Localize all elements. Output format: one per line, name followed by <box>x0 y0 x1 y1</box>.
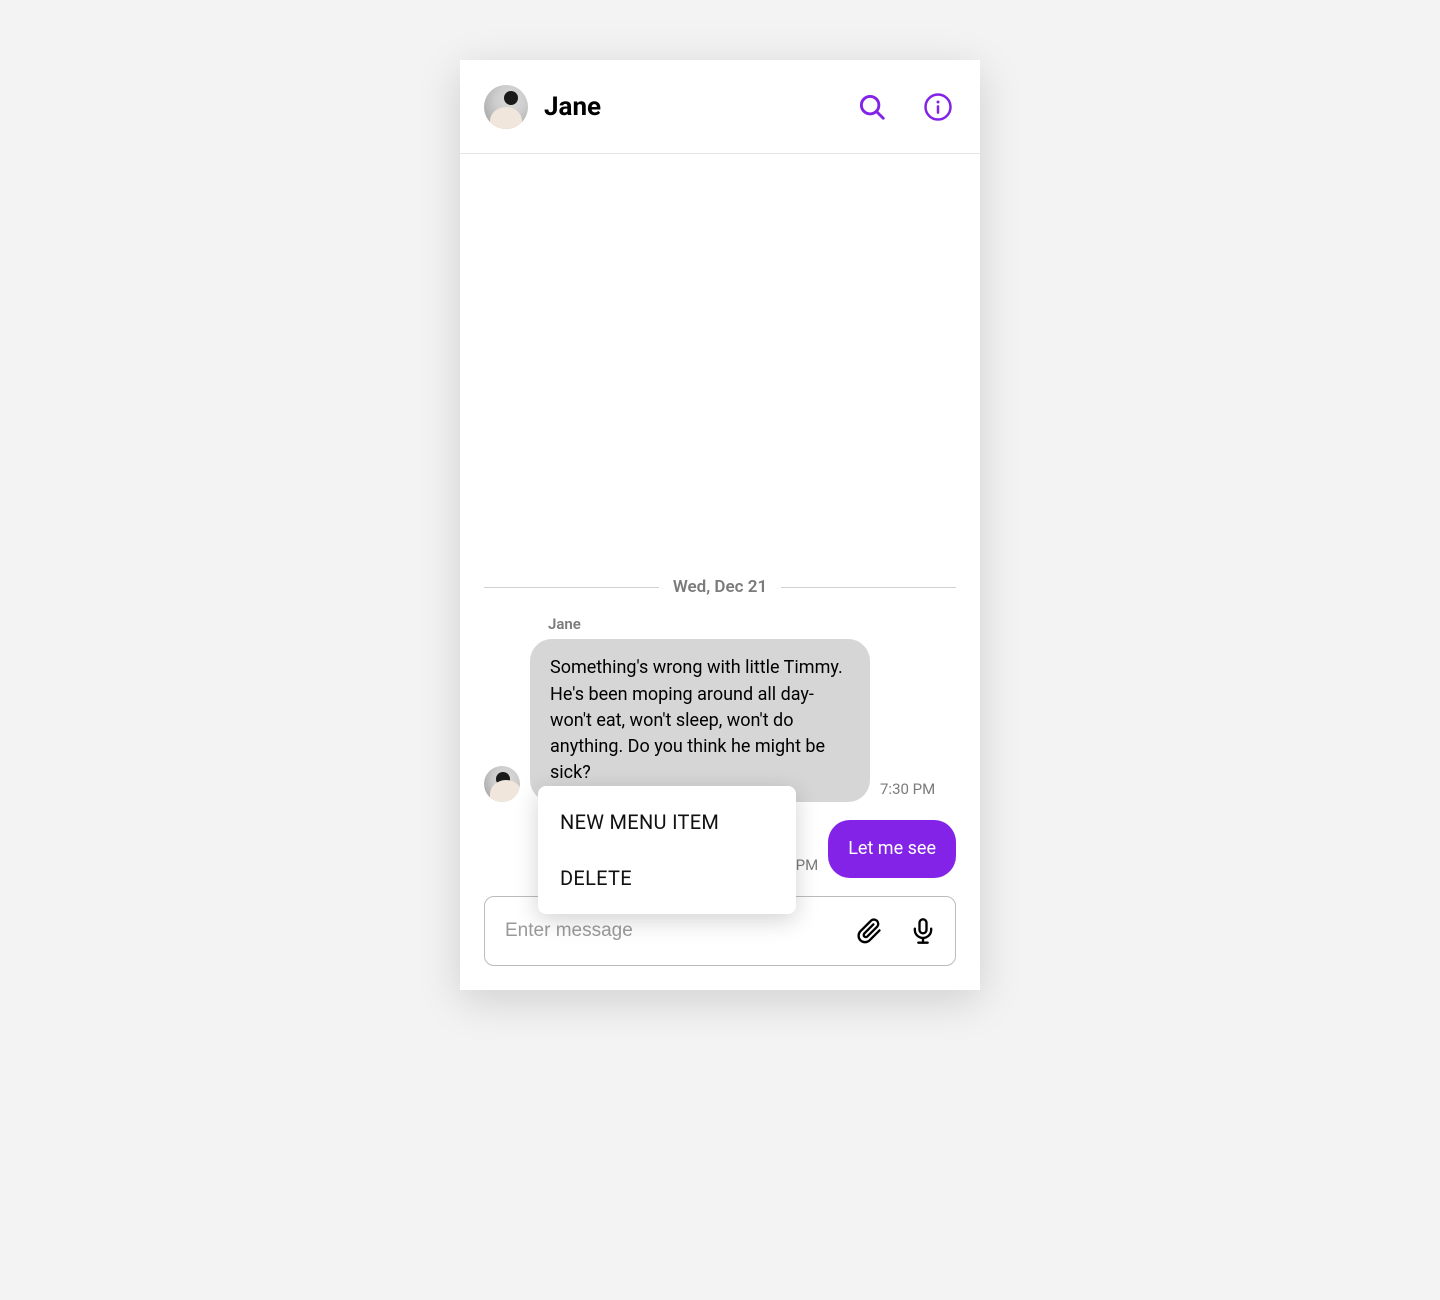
message-bubble-outgoing[interactable]: Let me see <box>828 820 956 878</box>
microphone-icon[interactable] <box>905 913 941 949</box>
date-separator-label: Wed, Dec 21 <box>673 577 767 597</box>
search-icon[interactable] <box>854 89 890 125</box>
sender-name: Jane <box>548 615 870 633</box>
message-input[interactable] <box>505 920 851 942</box>
chat-content: Wed, Dec 21 Jane Something's wrong with … <box>460 154 980 896</box>
message-timestamp: 7:30 PM <box>880 780 935 798</box>
chat-header: Jane <box>460 60 980 154</box>
chat-window: Jane Wed, Dec 21 <box>460 60 980 990</box>
content-spacer <box>484 154 956 577</box>
menu-item-delete[interactable]: DELETE <box>538 850 796 906</box>
menu-item-new[interactable]: NEW MENU ITEM <box>538 794 796 850</box>
contact-name: Jane <box>544 92 601 122</box>
info-icon[interactable] <box>920 89 956 125</box>
message-avatar[interactable] <box>484 766 520 802</box>
attachment-icon[interactable] <box>851 913 887 949</box>
contact-avatar[interactable] <box>484 85 528 129</box>
message-column: Jane Something's wrong with little Timmy… <box>530 615 870 801</box>
composer-actions <box>851 913 941 949</box>
message-row-incoming: Jane Something's wrong with little Timmy… <box>484 615 956 801</box>
message-column: Let me see <box>828 820 956 878</box>
separator-line <box>781 587 956 588</box>
message-bubble-incoming[interactable]: Something's wrong with little Timmy. He'… <box>530 639 870 801</box>
context-menu: NEW MENU ITEM DELETE <box>538 786 796 914</box>
header-actions <box>854 89 956 125</box>
date-separator: Wed, Dec 21 <box>484 577 956 597</box>
separator-line <box>484 587 659 588</box>
